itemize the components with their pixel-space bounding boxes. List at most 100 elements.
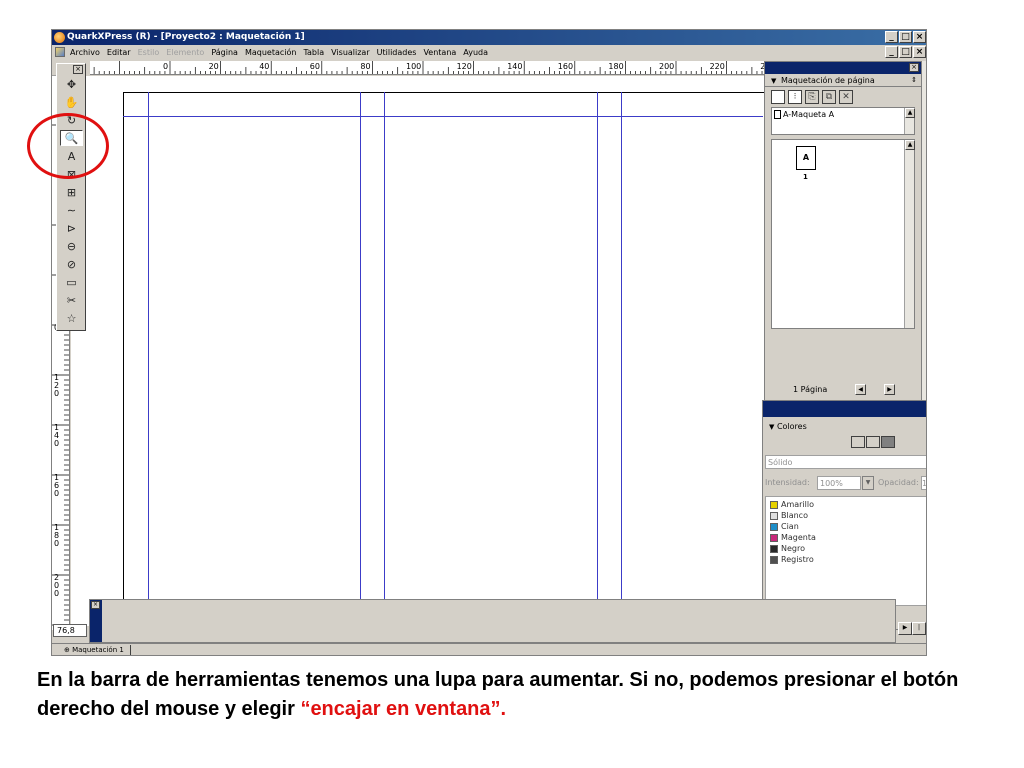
line-tool-icon[interactable]: ∼ xyxy=(60,202,83,218)
palette-title-bar[interactable]: × xyxy=(765,62,921,74)
scroll-end-icon[interactable]: | xyxy=(912,622,926,635)
color-name: Magenta xyxy=(781,533,816,542)
colors-palette-header[interactable]: ▼ Colores xyxy=(763,420,926,433)
ruler-label: 0 xyxy=(54,439,59,448)
intensity-input[interactable]: 100% xyxy=(817,476,861,490)
page-number-label: 1 xyxy=(803,173,808,181)
minimize-button[interactable]: _ xyxy=(885,31,898,43)
scissors-tool-icon[interactable]: ✂ xyxy=(60,292,83,308)
menu-item[interactable]: Utilidades xyxy=(377,45,417,60)
menu-item[interactable]: Ventana xyxy=(423,45,456,60)
next-arrow-icon[interactable]: ▶ xyxy=(884,384,895,395)
item-tool-icon[interactable]: ✥ xyxy=(60,76,83,92)
margin-guide-top xyxy=(123,116,763,117)
frame-color-icon[interactable] xyxy=(851,436,865,448)
star-tool-icon[interactable]: ☆ xyxy=(60,310,83,326)
frame-tool-icon[interactable]: ▭ xyxy=(60,274,83,290)
color-item[interactable]: Magenta xyxy=(766,532,926,543)
scroll-right-arrow-icon[interactable]: ▶ xyxy=(898,622,912,635)
menu-item[interactable]: Archivo xyxy=(70,45,100,60)
menu-item[interactable]: Editar xyxy=(107,45,131,60)
color-swatch xyxy=(770,500,778,509)
ruler-label: 200 xyxy=(659,62,674,71)
color-list: Amarillo Blanco Cian Magenta Negro Registro xyxy=(765,496,926,606)
palette-close-button[interactable]: × xyxy=(909,63,919,72)
measurements-close-button[interactable]: × xyxy=(91,601,100,609)
color-name: Amarillo xyxy=(781,500,815,509)
doc-maximize-button[interactable]: □ xyxy=(899,46,912,58)
menu-item[interactable]: Tabla xyxy=(303,45,324,60)
bezier-tool-icon[interactable]: ⊳ xyxy=(60,220,83,236)
ruler-label: 80 xyxy=(360,62,370,71)
background-color-icon[interactable] xyxy=(881,436,895,448)
color-swatch xyxy=(770,555,778,564)
collapse-triangle-icon[interactable]: ▼ xyxy=(769,423,774,431)
menu-item[interactable]: Página xyxy=(211,45,238,60)
ruler-label: 220 xyxy=(710,62,725,71)
menu-item[interactable]: Ayuda xyxy=(463,45,488,60)
window-controls: _ □ × xyxy=(885,31,926,43)
color-item[interactable]: Registro xyxy=(766,554,926,565)
duplicate-page-icon[interactable]: ⎘ xyxy=(805,90,819,104)
layout-tab-icon: ⊕ xyxy=(64,646,73,654)
picture-color-icon[interactable] xyxy=(866,436,880,448)
palette-header[interactable]: ▼ Maquetación de página ⇕ xyxy=(765,74,921,87)
menu-item[interactable]: Estilo xyxy=(138,45,160,60)
page-layout-palette: × ▼ Maquetación de página ⇕ ⁝ ⎘ ⧉ ✕ A-Ma… xyxy=(764,61,922,401)
measurements-palette: × xyxy=(89,599,896,643)
table-tool-icon[interactable]: ⊞ xyxy=(60,184,83,200)
zoom-level-field[interactable]: 76,8 xyxy=(53,624,87,637)
scroll-up-arrow-icon[interactable]: ▲ xyxy=(905,108,915,118)
hand-tool-icon[interactable]: ✋ xyxy=(60,94,83,110)
palette-footer: 1 Página ◀ ▶ xyxy=(771,384,917,396)
prev-arrow-icon[interactable]: ◀ xyxy=(855,384,866,395)
opacity-input[interactable]: 1 xyxy=(921,476,926,490)
quark-app-icon xyxy=(54,32,65,43)
collapse-triangle-icon[interactable]: ▼ xyxy=(771,77,776,85)
delete-page-icon[interactable]: ✕ xyxy=(839,90,853,104)
maximize-button[interactable]: □ xyxy=(899,31,912,43)
blank-facing-page-icon[interactable]: ⁝ xyxy=(788,90,802,104)
master-list-scrollbar[interactable]: ▲ xyxy=(904,108,915,134)
color-swatch xyxy=(770,533,778,542)
color-name: Negro xyxy=(781,544,805,553)
close-button[interactable]: × xyxy=(913,31,926,43)
palette-menu-icon[interactable]: ⇕ xyxy=(911,74,917,87)
document-icon[interactable] xyxy=(55,47,65,57)
menu-items: Archivo Editar Estilo Elemento Página Maqueta… xyxy=(70,45,488,60)
doc-minimize-button[interactable]: _ xyxy=(885,46,898,58)
column-guide xyxy=(360,92,361,626)
layout-tab[interactable]: Maquetación 1 xyxy=(72,646,124,654)
document-page[interactable] xyxy=(123,92,764,626)
blank-single-page-icon[interactable] xyxy=(771,90,785,104)
color-item[interactable]: Cian xyxy=(766,521,926,532)
document-window-controls: _ □ × xyxy=(885,46,926,58)
link-tool-icon[interactable]: ⊖ xyxy=(60,238,83,254)
colors-palette-title-bar[interactable] xyxy=(763,401,926,417)
column-guide xyxy=(597,92,598,626)
horizontal-ruler[interactable]: 020406080100120140160180200220240260 xyxy=(90,61,766,75)
tool-palette-close-button[interactable]: × xyxy=(73,65,83,74)
pages-scrollbar[interactable]: ▲ xyxy=(904,140,915,328)
layout-canvas[interactable] xyxy=(71,76,764,626)
scroll-up-arrow-icon[interactable]: ▲ xyxy=(905,140,915,150)
apply-master-icon[interactable]: ⧉ xyxy=(822,90,836,104)
page-thumbnail[interactable]: A xyxy=(796,146,816,170)
menu-item[interactable]: Elemento xyxy=(166,45,204,60)
unlink-tool-icon[interactable]: ⊘ xyxy=(60,256,83,272)
color-item[interactable]: Amarillo xyxy=(766,499,926,510)
page-count: 1 Página xyxy=(793,385,828,394)
fill-mode-field[interactable]: Sólido xyxy=(765,455,926,469)
color-item[interactable]: Negro xyxy=(766,543,926,554)
menu-item[interactable]: Visualizar xyxy=(331,45,370,60)
status-bar: ⊕ Maquetación 1 xyxy=(52,643,926,655)
color-item[interactable]: Blanco xyxy=(766,510,926,521)
master-page-item[interactable]: A-Maqueta A xyxy=(774,110,834,119)
colors-palette-title: Colores xyxy=(776,422,807,431)
color-name: Blanco xyxy=(781,511,808,520)
ruler-label: 0 xyxy=(163,62,168,71)
ruler-label: 100 xyxy=(406,62,421,71)
chevron-down-icon[interactable]: ▼ xyxy=(862,476,874,490)
doc-close-button[interactable]: × xyxy=(913,46,926,58)
menu-item[interactable]: Maquetación xyxy=(245,45,297,60)
